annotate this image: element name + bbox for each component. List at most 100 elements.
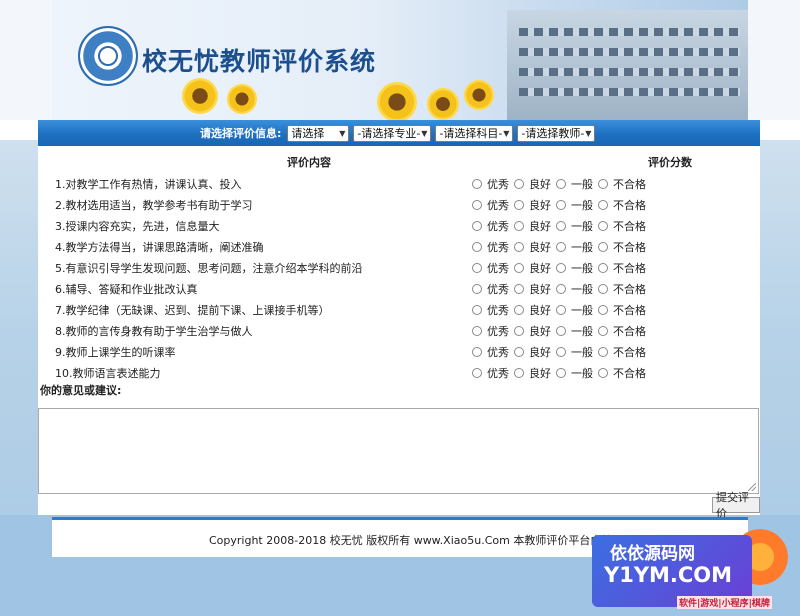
- rating-option[interactable]: 一般: [556, 176, 593, 192]
- rating-option[interactable]: 不合格: [598, 260, 646, 276]
- radio-button[interactable]: [514, 200, 524, 210]
- rating-option[interactable]: 不合格: [598, 281, 646, 297]
- radio-button[interactable]: [598, 263, 608, 273]
- rating-option[interactable]: 优秀: [472, 218, 509, 234]
- radio-button[interactable]: [472, 368, 482, 378]
- rating-option[interactable]: 一般: [556, 344, 593, 360]
- class-select-value: 请选择: [291, 127, 325, 140]
- school-building-image: [507, 10, 748, 120]
- rating-option[interactable]: 良好: [514, 260, 551, 276]
- radio-button[interactable]: [472, 200, 482, 210]
- radio-button[interactable]: [514, 179, 524, 189]
- radio-button[interactable]: [472, 179, 482, 189]
- radio-button[interactable]: [556, 242, 566, 252]
- question-row: 8.教师的言传身教有助于学生治学与做人 优秀 良好 一般 不合格: [38, 320, 760, 341]
- radio-button[interactable]: [598, 200, 608, 210]
- rating-option[interactable]: 一般: [556, 281, 593, 297]
- radio-button[interactable]: [514, 242, 524, 252]
- teacher-select[interactable]: -请选择教师- ▼: [517, 124, 596, 142]
- rating-option[interactable]: 优秀: [472, 323, 509, 339]
- rating-option[interactable]: 优秀: [472, 260, 509, 276]
- rating-option[interactable]: 良好: [514, 218, 551, 234]
- rating-option-label: 优秀: [487, 283, 509, 296]
- subject-select[interactable]: -请选择科目- ▼: [435, 124, 514, 142]
- rating-option[interactable]: 良好: [514, 197, 551, 213]
- radio-button[interactable]: [598, 326, 608, 336]
- radio-button[interactable]: [514, 284, 524, 294]
- major-select[interactable]: -请选择专业- ▼: [353, 124, 432, 142]
- radio-button[interactable]: [598, 242, 608, 252]
- rating-option-label: 良好: [529, 220, 551, 233]
- rating-option[interactable]: 优秀: [472, 197, 509, 213]
- rating-option[interactable]: 不合格: [598, 344, 646, 360]
- radio-button[interactable]: [556, 347, 566, 357]
- radio-button[interactable]: [472, 347, 482, 357]
- radio-button[interactable]: [472, 242, 482, 252]
- radio-button[interactable]: [472, 284, 482, 294]
- rating-option[interactable]: 良好: [514, 239, 551, 255]
- radio-button[interactable]: [556, 179, 566, 189]
- rating-option[interactable]: 不合格: [598, 239, 646, 255]
- radio-button[interactable]: [598, 305, 608, 315]
- radio-button[interactable]: [598, 368, 608, 378]
- radio-button[interactable]: [472, 263, 482, 273]
- class-select[interactable]: 请选择 ▼: [287, 124, 350, 142]
- radio-button[interactable]: [598, 284, 608, 294]
- radio-button[interactable]: [556, 221, 566, 231]
- building-windows: [519, 28, 740, 36]
- comment-textarea[interactable]: [38, 408, 759, 494]
- radio-button[interactable]: [514, 305, 524, 315]
- rating-option[interactable]: 一般: [556, 323, 593, 339]
- rating-option[interactable]: 一般: [556, 239, 593, 255]
- rating-option[interactable]: 不合格: [598, 302, 646, 318]
- rating-option[interactable]: 优秀: [472, 176, 509, 192]
- rating-option[interactable]: 一般: [556, 197, 593, 213]
- rating-option[interactable]: 良好: [514, 344, 551, 360]
- radio-button[interactable]: [556, 305, 566, 315]
- radio-button[interactable]: [556, 200, 566, 210]
- radio-button[interactable]: [598, 221, 608, 231]
- rating-option-label: 不合格: [613, 367, 646, 380]
- radio-button[interactable]: [514, 263, 524, 273]
- radio-button[interactable]: [598, 347, 608, 357]
- radio-button[interactable]: [472, 326, 482, 336]
- submit-button[interactable]: 提交评价: [712, 491, 760, 520]
- rating-option[interactable]: 良好: [514, 323, 551, 339]
- rating-option[interactable]: 一般: [556, 365, 593, 381]
- rating-option-label: 优秀: [487, 346, 509, 359]
- radio-button[interactable]: [472, 305, 482, 315]
- rating-option[interactable]: 良好: [514, 176, 551, 192]
- rating-option[interactable]: 不合格: [598, 218, 646, 234]
- radio-button[interactable]: [514, 347, 524, 357]
- rating-option[interactable]: 良好: [514, 302, 551, 318]
- radio-button[interactable]: [556, 368, 566, 378]
- rating-option-label: 一般: [571, 241, 593, 254]
- rating-option[interactable]: 良好: [514, 365, 551, 381]
- rating-option[interactable]: 不合格: [598, 197, 646, 213]
- radio-button[interactable]: [556, 326, 566, 336]
- radio-button[interactable]: [556, 284, 566, 294]
- comment-label: 你的意见或建议:: [40, 384, 122, 397]
- rating-option[interactable]: 不合格: [598, 323, 646, 339]
- rating-option[interactable]: 良好: [514, 281, 551, 297]
- radio-button[interactable]: [472, 221, 482, 231]
- rating-option-label: 良好: [529, 304, 551, 317]
- rating-option-label: 一般: [571, 199, 593, 212]
- chevron-down-icon: ▼: [339, 128, 346, 138]
- rating-option[interactable]: 优秀: [472, 239, 509, 255]
- radio-button[interactable]: [514, 221, 524, 231]
- radio-button[interactable]: [556, 263, 566, 273]
- rating-option[interactable]: 一般: [556, 260, 593, 276]
- rating-option[interactable]: 一般: [556, 218, 593, 234]
- radio-button[interactable]: [514, 368, 524, 378]
- radio-button[interactable]: [514, 326, 524, 336]
- rating-option[interactable]: 不合格: [598, 176, 646, 192]
- rating-option[interactable]: 优秀: [472, 302, 509, 318]
- university-logo-icon: [78, 26, 138, 86]
- rating-option[interactable]: 不合格: [598, 365, 646, 381]
- rating-option[interactable]: 优秀: [472, 365, 509, 381]
- rating-option[interactable]: 优秀: [472, 344, 509, 360]
- radio-button[interactable]: [598, 179, 608, 189]
- rating-option[interactable]: 优秀: [472, 281, 509, 297]
- rating-option[interactable]: 一般: [556, 302, 593, 318]
